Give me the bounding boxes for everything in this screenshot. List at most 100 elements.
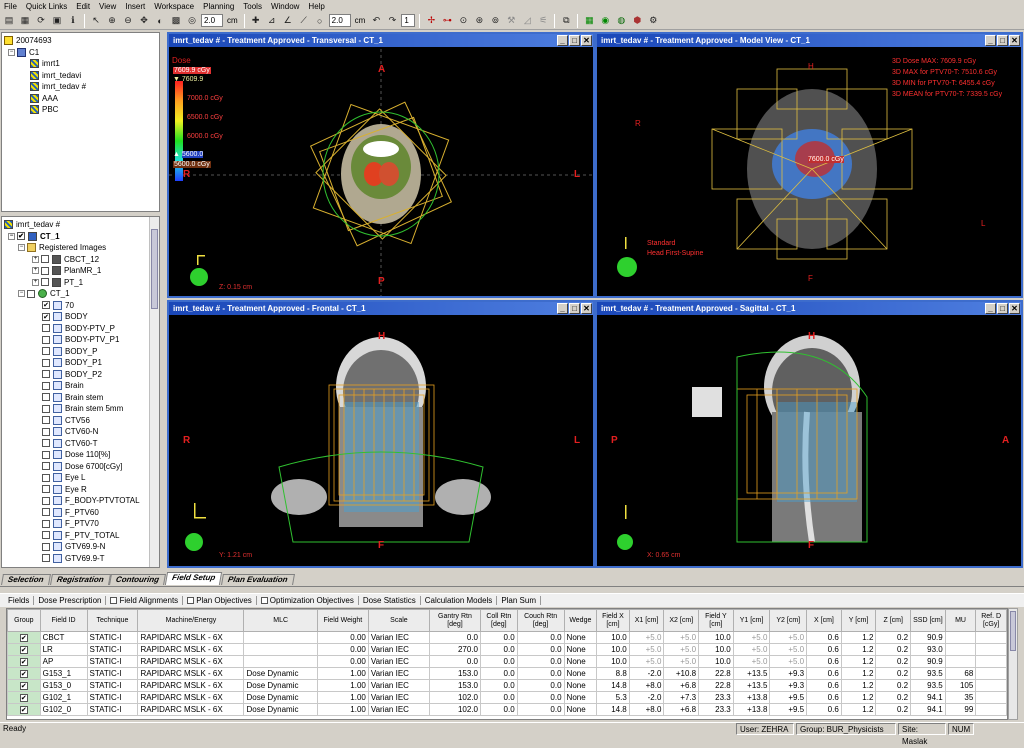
table-cell[interactable] bbox=[944, 655, 977, 668]
open-icon[interactable]: ▤ bbox=[2, 14, 16, 28]
table-cell[interactable]: +10.8 bbox=[663, 667, 700, 680]
plan-node[interactable]: imrt_tedav # bbox=[4, 81, 159, 93]
structure-checkbox[interactable]: ✔ bbox=[42, 301, 50, 310]
table-cell[interactable]: 90.9 bbox=[910, 631, 946, 644]
table-cell[interactable]: None bbox=[563, 643, 598, 656]
table-cell[interactable]: LR bbox=[39, 643, 88, 656]
structure-checkbox[interactable] bbox=[42, 450, 50, 459]
plan-node[interactable]: imrt_tedavi bbox=[4, 70, 159, 82]
collimator-icon[interactable]: ⊚ bbox=[488, 14, 502, 28]
column-header[interactable]: Couch Rtn [deg] bbox=[516, 609, 565, 632]
table-cell[interactable]: CBCT bbox=[39, 631, 88, 644]
group-checkbox[interactable]: ✔ bbox=[19, 634, 28, 642]
table-cell[interactable]: 102.0 bbox=[429, 691, 481, 704]
subtab-checkbox[interactable] bbox=[187, 597, 195, 604]
column-header[interactable]: Y1 [cm] bbox=[732, 609, 771, 632]
structure-checkbox[interactable] bbox=[42, 404, 50, 413]
sagittal-viewport[interactable]: imrt_tedav # - Treatment Approved - Sagi… bbox=[595, 300, 1023, 568]
expand-icon[interactable]: + bbox=[32, 255, 39, 263]
table-cell[interactable]: 0.2 bbox=[875, 703, 912, 716]
group-checkbox[interactable]: ✔ bbox=[19, 658, 28, 666]
table-cell[interactable]: 1.2 bbox=[840, 655, 877, 668]
table-cell[interactable]: 0.2 bbox=[875, 667, 912, 680]
column-header[interactable]: Scale bbox=[367, 609, 431, 632]
table-cell[interactable]: RAPIDARC MSLK - 6X bbox=[137, 691, 245, 704]
table-cell[interactable]: 1.2 bbox=[840, 679, 877, 692]
subtab-optimization-objectives[interactable]: Optimization Objectives bbox=[257, 596, 359, 605]
table-row[interactable]: ✔ G153_1 STATIC-I RAPIDARC MSLK - 6X Dose Dy… bbox=[7, 667, 1007, 680]
table-cell[interactable]: +5.0 bbox=[769, 643, 808, 656]
table-cell[interactable]: 0.6 bbox=[806, 667, 842, 680]
subtab-checkbox[interactable] bbox=[110, 597, 118, 604]
table-cell[interactable] bbox=[243, 643, 318, 656]
table-cell[interactable]: 0.00 bbox=[316, 643, 369, 656]
minimize-icon[interactable]: _ bbox=[557, 35, 568, 46]
copy-icon[interactable]: ⧉ bbox=[559, 14, 573, 28]
menu-item-help[interactable]: Help bbox=[304, 0, 329, 12]
table-cell[interactable]: 10.0 bbox=[698, 655, 734, 668]
table-cell[interactable]: G102_0 bbox=[39, 703, 88, 716]
block-icon[interactable]: ⚟ bbox=[536, 14, 550, 28]
table-cell[interactable]: 0.2 bbox=[875, 679, 912, 692]
collapse-icon[interactable]: − bbox=[18, 244, 25, 252]
table-cell[interactable]: +13.8 bbox=[732, 703, 771, 716]
table-cell[interactable]: None bbox=[563, 655, 598, 668]
registered-image-node[interactable]: + PlanMR_1 bbox=[4, 265, 159, 277]
structure-node[interactable]: CTV60-N bbox=[4, 426, 159, 438]
table-cell[interactable]: None bbox=[563, 631, 598, 644]
table-cell[interactable]: 0.0 bbox=[516, 655, 565, 668]
structure-checkbox[interactable] bbox=[42, 393, 50, 402]
structure-checkbox[interactable] bbox=[42, 508, 50, 517]
table-cell[interactable]: +9.5 bbox=[769, 691, 808, 704]
structure-checkbox[interactable] bbox=[42, 519, 50, 528]
menu-item-quick-links[interactable]: Quick Links bbox=[22, 0, 72, 12]
column-header[interactable]: Coll Rtn [deg] bbox=[479, 609, 518, 632]
table-cell[interactable]: Dose Dynamic bbox=[243, 679, 318, 692]
minimize-icon[interactable]: _ bbox=[985, 303, 996, 314]
table-cell[interactable] bbox=[975, 643, 1007, 656]
table-cell[interactable] bbox=[975, 667, 1007, 680]
table-cell[interactable]: 0.6 bbox=[806, 655, 842, 668]
structure-checkbox[interactable] bbox=[42, 496, 50, 505]
column-header[interactable]: Y [cm] bbox=[840, 609, 877, 632]
subtab-dose-prescription[interactable]: Dose Prescription bbox=[34, 596, 107, 605]
table-cell[interactable]: 0.0 bbox=[516, 691, 565, 704]
table-cell[interactable]: +5.0 bbox=[628, 643, 665, 656]
column-header[interactable]: SSD [cm] bbox=[910, 609, 946, 632]
table-cell[interactable]: 1.2 bbox=[840, 643, 877, 656]
structure-node[interactable]: BODY-PTV_P1 bbox=[4, 334, 159, 346]
tab-registration[interactable]: Registration bbox=[49, 574, 111, 585]
table-cell[interactable]: 0.0 bbox=[479, 667, 518, 680]
globe-icon[interactable]: ◍ bbox=[614, 14, 628, 28]
table-cell[interactable]: -2.0 bbox=[628, 667, 665, 680]
table-cell[interactable]: 10.0 bbox=[698, 631, 734, 644]
column-header[interactable]: Technique bbox=[86, 609, 139, 632]
plan-node[interactable]: imrt1 bbox=[4, 58, 159, 70]
structure-node[interactable]: F_PTV_TOTAL bbox=[4, 530, 159, 542]
table-cell[interactable]: 0.0 bbox=[479, 703, 518, 716]
table-cell[interactable]: 14.8 bbox=[596, 679, 630, 692]
table-cell[interactable] bbox=[975, 655, 1007, 668]
table-cell[interactable]: +5.0 bbox=[769, 631, 808, 644]
menu-item-window[interactable]: Window bbox=[267, 0, 304, 12]
structure-checkbox[interactable] bbox=[42, 473, 50, 482]
table-cell[interactable] bbox=[975, 691, 1007, 704]
registered-image-checkbox[interactable] bbox=[41, 278, 49, 287]
table-cell[interactable]: 0.2 bbox=[875, 691, 912, 704]
structure-node[interactable]: ✔ 70 bbox=[4, 300, 159, 312]
structure-checkbox[interactable] bbox=[42, 416, 50, 425]
table-cell[interactable]: 0.6 bbox=[806, 691, 842, 704]
table-cell[interactable]: 10.0 bbox=[596, 655, 630, 668]
structure-checkbox[interactable]: ✔ bbox=[42, 312, 50, 321]
structure-node[interactable]: Eye R bbox=[4, 484, 159, 496]
menu-item-tools[interactable]: Tools bbox=[239, 0, 267, 12]
registered-image-checkbox[interactable] bbox=[41, 255, 49, 264]
width-input-2[interactable]: 2.0 bbox=[328, 14, 351, 27]
plan-root-node[interactable]: imrt_tedav # bbox=[4, 219, 159, 231]
maximize-icon[interactable]: □ bbox=[569, 303, 580, 314]
maximize-icon[interactable]: □ bbox=[569, 35, 580, 46]
structure-node[interactable]: CTV60-T bbox=[4, 438, 159, 450]
structure-node[interactable]: F_PTV60 bbox=[4, 507, 159, 519]
group-checkbox-cell[interactable]: ✔ bbox=[7, 691, 41, 704]
save-icon[interactable]: ▣ bbox=[50, 14, 64, 28]
